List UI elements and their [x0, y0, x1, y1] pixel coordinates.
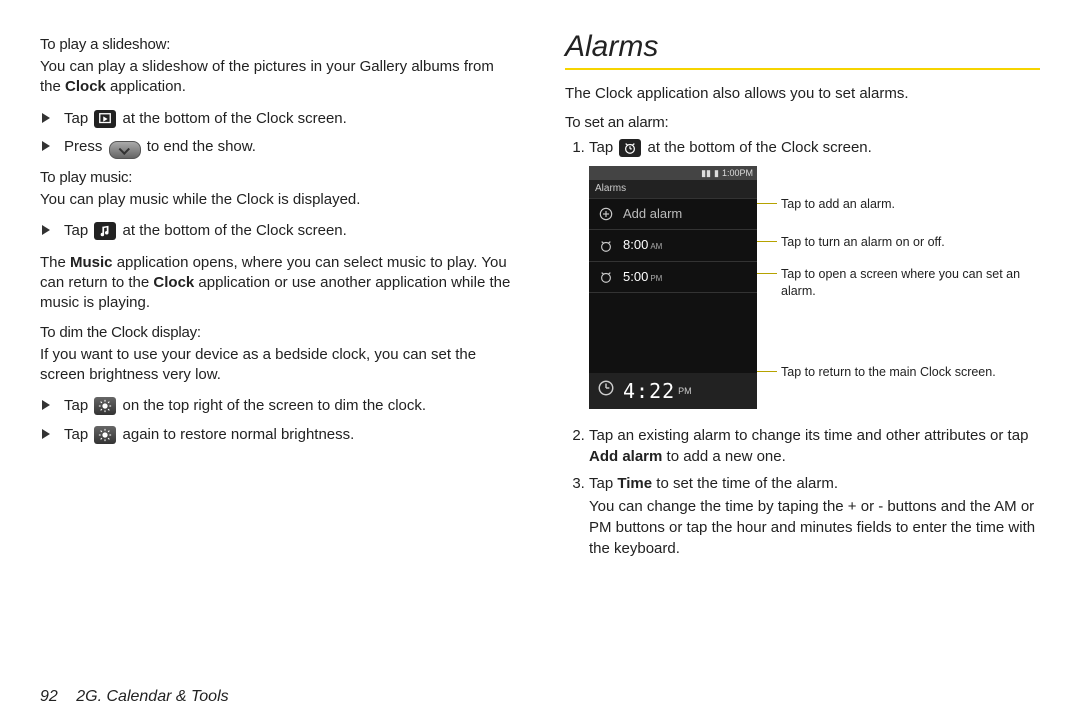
phone-mock: ▮▮ ▮ 1:00PM Alarms Add alarm [589, 166, 757, 409]
list-item: Tap on the top right of the screen to di… [64, 395, 515, 418]
text: Tap an existing alarm to change its time… [589, 427, 1028, 444]
plus-icon [597, 207, 615, 221]
status-bar: ▮▮ ▮ 1:00PM [589, 166, 757, 180]
text: on the top right of the screen to dim th… [123, 397, 427, 414]
clock-footer[interactable]: 4:22 PM [589, 373, 757, 409]
music-paragraph: The Music application opens, where you c… [40, 253, 515, 314]
text: at the bottom of the Clock screen. [648, 139, 872, 156]
text: Tap [64, 110, 92, 127]
alarm-toggle-icon[interactable] [597, 239, 615, 253]
text: again to restore normal brightness. [123, 426, 355, 443]
list-item: Tap at the bottom of the Clock screen. [64, 108, 515, 131]
alarm-toggle-icon[interactable] [597, 270, 615, 284]
app-title-bar: Alarms [589, 180, 757, 199]
list-item: Tap at the bottom of the Clock screen. [64, 220, 515, 243]
callout-return-clock: Tap to return to the main Clock screen. [777, 364, 1040, 380]
text: Tap [64, 397, 92, 414]
heading-play-music: To play music: [40, 169, 515, 186]
manual-page: To play a slideshow: You can play a slid… [0, 0, 1080, 660]
section-divider [565, 68, 1040, 70]
music-steps: Tap at the bottom of the Clock screen. [40, 220, 515, 243]
step-2: Tap an existing alarm to change its time… [589, 425, 1040, 467]
add-alarm-row[interactable]: Add alarm [589, 199, 757, 230]
music-icon [94, 222, 116, 240]
alarm-time: 5:00PM [615, 268, 749, 286]
text: at the bottom of the Clock screen. [123, 222, 347, 239]
callout-open-alarm: Tap to open a screen where you can set a… [777, 266, 1040, 299]
back-button-icon [109, 141, 141, 159]
text: application. [106, 78, 186, 95]
text: to add a new one. [662, 448, 785, 465]
heading-set-alarm: To set an alarm: [565, 114, 1040, 131]
footer-time: 4:22 [623, 377, 675, 405]
text: Press [64, 138, 107, 155]
text: to end the show. [147, 138, 256, 155]
dimmer-icon [94, 426, 116, 444]
add-alarm-label: Add alarm [615, 205, 749, 223]
text: Tap [589, 139, 617, 156]
empty-area [589, 293, 757, 373]
callout-toggle-alarm: Tap to turn an alarm on or off. [777, 234, 1040, 250]
dim-steps: Tap on the top right of the screen to di… [40, 395, 515, 446]
time-value: 5:00 [623, 269, 648, 284]
list-item: Press to end the show. [64, 136, 515, 159]
heading-play-slideshow: To play a slideshow: [40, 36, 515, 53]
slideshow-steps: Tap at the bottom of the Clock screen. P… [40, 108, 515, 160]
slideshow-icon [94, 110, 116, 128]
footer-section: 2G. Calendar & Tools [76, 688, 228, 705]
section-title-alarms: Alarms [565, 30, 1040, 64]
step-3-detail: You can change the time by taping the + … [589, 496, 1040, 559]
time-bold: Time [617, 475, 652, 492]
dim-intro: If you want to use your device as a beds… [40, 345, 515, 386]
status-time: 1:00PM [722, 167, 753, 180]
text: Tap [589, 475, 617, 492]
footer-ampm: PM [678, 385, 692, 398]
alarm-icon [619, 139, 641, 157]
right-column: Alarms The Clock application also allows… [540, 30, 1040, 650]
step-3: Tap Time to set the time of the alarm. Y… [589, 473, 1040, 559]
app-name-clock: Clock [65, 78, 106, 95]
left-column: To play a slideshow: You can play a slid… [40, 30, 540, 650]
app-name-music: Music [70, 254, 113, 271]
alarm-steps: Tap at the bottom of the Clock screen. ▮… [565, 137, 1040, 559]
clock-icon [597, 379, 615, 402]
text: to set the time of the alarm. [652, 475, 838, 492]
dimmer-icon [94, 397, 116, 415]
list-item: Tap again to restore normal brightness. [64, 424, 515, 447]
battery-icon: ▮ [714, 167, 719, 180]
step-1: Tap at the bottom of the Clock screen. ▮… [589, 137, 1040, 409]
callout-labels: Tap to add an alarm. Tap to turn an alar… [757, 166, 1040, 396]
ampm: AM [650, 242, 662, 251]
app-name-clock: Clock [153, 274, 194, 291]
text: Tap [64, 426, 92, 443]
alarm-time: 8:00AM [615, 236, 749, 254]
music-intro: You can play music while the Clock is di… [40, 190, 515, 210]
page-footer: 92 2G. Calendar & Tools [40, 688, 229, 706]
slideshow-intro: You can play a slideshow of the pictures… [40, 57, 515, 98]
alarm-row[interactable]: 8:00AM [589, 230, 757, 261]
signal-icon: ▮▮ [701, 167, 711, 180]
time-value: 8:00 [623, 237, 648, 252]
page-number: 92 [40, 688, 58, 705]
ampm: PM [650, 274, 662, 283]
alarm-row[interactable]: 5:00PM [589, 262, 757, 293]
text: Tap [64, 222, 92, 239]
alarms-intro: The Clock application also allows you to… [565, 84, 1040, 104]
text: at the bottom of the Clock screen. [123, 110, 347, 127]
heading-dim-clock: To dim the Clock display: [40, 324, 515, 341]
add-alarm-bold: Add alarm [589, 448, 662, 465]
callout-add-alarm: Tap to add an alarm. [777, 196, 1040, 212]
alarm-screenshot-figure: ▮▮ ▮ 1:00PM Alarms Add alarm [589, 166, 1040, 409]
text: The [40, 254, 70, 271]
